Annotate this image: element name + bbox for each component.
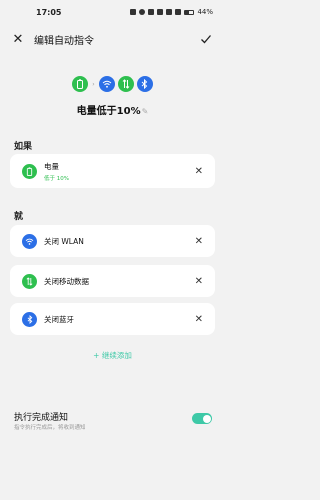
battery-percent: 44% [197,8,213,16]
action-texts: 关闭蓝牙 [44,314,195,325]
battery-status-icon [184,9,195,15]
notification-toggle[interactable] [192,413,212,424]
action-label: 关闭蓝牙 [44,314,74,324]
rule-name[interactable]: 电量低于10%✎ [0,102,225,117]
action-card-bluetooth[interactable]: 关闭蓝牙 ✕ [10,303,215,335]
action-label: 关闭 WLAN [44,236,84,246]
confirm-button[interactable] [197,30,215,48]
remove-action-button[interactable]: ✕ [195,276,203,287]
notification-icon [130,9,137,15]
action-label: 关闭移动数据 [44,276,89,286]
status-time: 17:05 [36,7,62,17]
rule-flow-icons: › [0,76,225,92]
check-icon [201,35,211,44]
status-icons: 44% [130,8,213,16]
remove-action-button[interactable]: ✕ [195,236,203,247]
signal-icon [166,9,173,15]
continue-add-button[interactable]: + 继续添加 [0,350,225,361]
bluetooth-status-icon [148,9,155,15]
mobile-data-icon [22,273,37,289]
action-texts: 关闭 WLAN [44,236,195,247]
arrow-icon: › [92,80,95,88]
remove-action-button[interactable]: ✕ [195,314,203,325]
close-icon: ✕ [12,31,24,47]
condition-detail: 低于 10% [44,175,69,182]
wifi-status-icon [175,9,182,15]
mobile-data-icon [117,76,134,92]
rule-name-text: 电量低于10% [76,106,141,117]
wifi-icon [22,233,37,249]
condition-title: 电量 [44,161,59,171]
action-texts: 关闭移动数据 [44,276,195,287]
edit-pencil-icon[interactable]: ✎ [142,107,149,116]
then-section-label: 就 [14,212,24,222]
battery-icon [22,163,37,179]
title-bar: ✕ 编辑自动指令 [0,26,225,52]
condition-texts: 电量 低于 10% [44,161,195,182]
remove-condition-button[interactable]: ✕ [195,166,203,177]
alarm-icon [139,9,146,15]
notification-title: 执行完成通知 [14,413,69,423]
status-left: 17:05 [36,8,61,17]
battery-icon [72,76,89,92]
close-button[interactable]: ✕ [10,31,26,47]
page-title: 编辑自动指令 [34,35,94,47]
notification-subtitle: 指令执行完成后，将收到通知 [14,425,86,431]
bluetooth-icon [22,311,37,327]
status-bar: 17:05 44% [0,0,225,24]
nfc-icon [157,9,164,15]
action-card-wlan[interactable]: 关闭 WLAN ✕ [10,225,215,257]
condition-card[interactable]: 电量 低于 10% ✕ [10,154,215,188]
if-section-label: 如果 [14,142,33,152]
wifi-icon [98,76,115,92]
action-card-mobile-data[interactable]: 关闭移动数据 ✕ [10,265,215,297]
bluetooth-icon [136,76,153,92]
